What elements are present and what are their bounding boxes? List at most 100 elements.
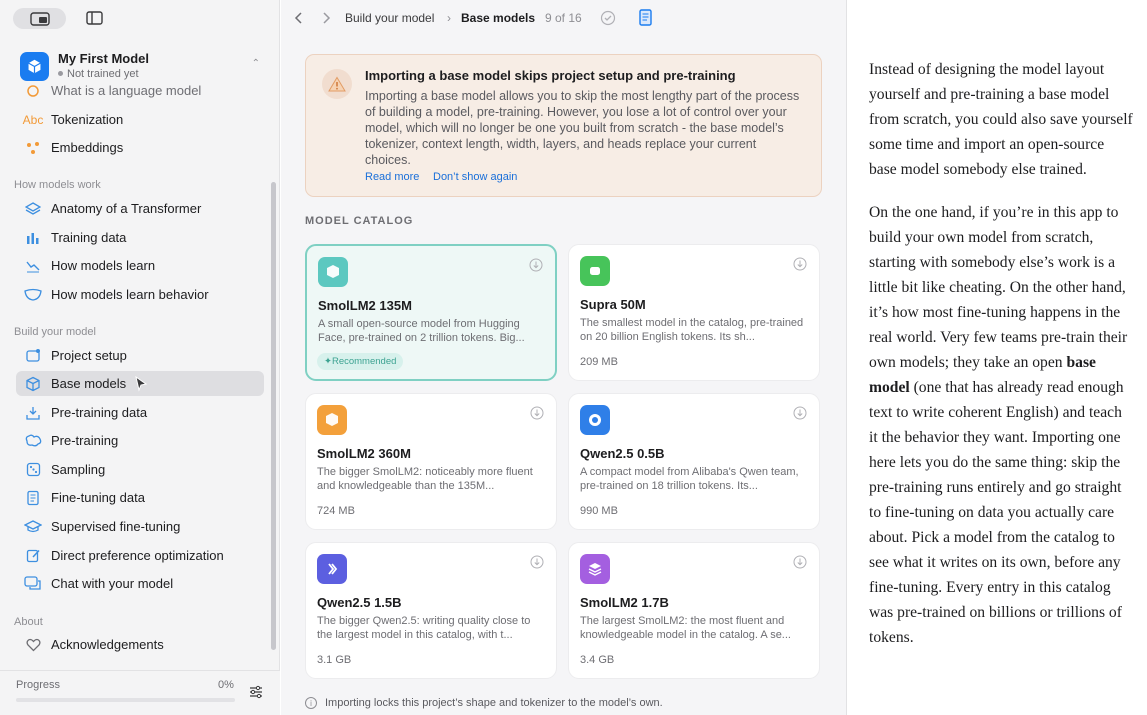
model-card-name: SmolLM2 360M (317, 446, 411, 461)
model-card[interactable]: Supra 50M The smallest model in the catal… (568, 244, 820, 381)
sidebar-item-tokenization[interactable]: Abc Tokenization (16, 107, 264, 132)
sidebar-item-label: Base models (51, 376, 127, 391)
reader-text: Instead of designing the model layout yo… (869, 57, 1134, 668)
breadcrumb-current: Base models (461, 11, 536, 25)
status-dot-icon (58, 70, 63, 76)
breadcrumb-parent[interactable]: Build your model (345, 11, 434, 25)
sidebar-nav: What is a language model Abc Tokenizatio… (0, 84, 280, 670)
brain-icon (23, 431, 43, 451)
model-card-size: 724 MB (317, 505, 355, 517)
section-build-your-model: Build your model (14, 326, 96, 338)
sidebar-item-label: Direct preference optimization (51, 548, 224, 563)
model-card-description: The bigger SmolLM2: noticeably more flue… (317, 466, 533, 492)
sidebar-item-label: Training data (51, 230, 127, 245)
catalog-footnote: i Importing locks this project’s shape an… (305, 697, 663, 709)
model-card[interactable]: Qwen2.5 0.5B A compact model from Alibaba… (568, 393, 820, 530)
download-icon[interactable] (793, 406, 807, 420)
model-logo-icon (580, 256, 610, 286)
sidebar-item-label: How models learn (51, 258, 156, 273)
download-icon[interactable] (793, 257, 807, 271)
chart-icon (23, 256, 43, 276)
toggle-sidebar-button[interactable] (85, 10, 103, 26)
sidebar-item-label: Supervised fine-tuning (51, 519, 181, 534)
dont-show-again-link[interactable]: Don’t show again (433, 171, 517, 183)
breadcrumb-separator: › (447, 11, 451, 25)
sidebar-item-dpo[interactable]: Direct preference optimization (16, 543, 264, 568)
sidebar-item-pre-training[interactable]: Pre-training (16, 428, 264, 453)
model-card-size: 990 MB (580, 505, 618, 517)
sidebar-item-label: Embeddings (51, 140, 124, 155)
footnote-text: Importing locks this project’s shape and… (325, 697, 663, 709)
badge-label: Recommended (331, 356, 397, 367)
sidebar-item-how-models-learn-behavior[interactable]: How models learn behavior (16, 282, 264, 307)
sidebar: My First Model Not trained yet ⌃ What is… (0, 0, 280, 715)
banner-body: Importing a base model allows you to ski… (365, 89, 800, 167)
sidebar-item-what-is-a-language-model[interactable]: What is a language model (16, 84, 264, 103)
sidebar-item-supervised-fine-tuning[interactable]: Supervised fine-tuning (16, 514, 264, 539)
model-card-name: Qwen2.5 1.5B (317, 595, 402, 610)
sidebar-item-sampling[interactable]: Sampling (16, 457, 264, 482)
download-icon[interactable] (530, 555, 544, 569)
pencil-icon (23, 546, 43, 566)
model-card-description: The smallest model in the catalog, pre-t… (580, 317, 804, 343)
model-card[interactable]: SmolLM2 1.7B The largest SmolLM2: the mos… (568, 542, 820, 679)
chat-icon (23, 574, 43, 594)
graduation-icon (23, 517, 43, 537)
model-card[interactable]: Qwen2.5 1.5B The bigger Qwen2.5: writing … (305, 542, 557, 679)
sidebar-item-chat[interactable]: Chat with your model (16, 571, 264, 596)
abc-icon: Abc (22, 112, 44, 127)
sparkle-icon (23, 84, 43, 101)
sidebar-panel-icon (85, 11, 103, 25)
model-card-name: SmolLM2 1.7B (580, 595, 669, 610)
sidebar-item-label: Chat with your model (51, 576, 174, 591)
doc-icon (23, 488, 43, 508)
sidebar-item-fine-tuning-data[interactable]: Fine-tuning data (16, 485, 264, 510)
sidebar-item-anatomy[interactable]: Anatomy of a Transformer (16, 196, 264, 221)
sidebar-item-acknowledgements[interactable]: Acknowledgements (16, 632, 264, 657)
forward-chevron-icon[interactable] (319, 10, 333, 26)
progress-label: Progress (16, 679, 61, 691)
sidebar-item-base-models[interactable]: Base models (16, 371, 264, 396)
sidebar-item-pre-training-data[interactable]: Pre-training data (16, 400, 264, 425)
progress-section: Progress 0% (0, 670, 280, 715)
sidebar-layout-icon (29, 11, 50, 26)
sidebar-item-embeddings[interactable]: Embeddings (16, 135, 264, 160)
catalog-section-title: MODEL CATALOG (305, 215, 414, 227)
sidebar-item-project-setup[interactable]: Project setup (16, 343, 264, 368)
dots-icon (23, 138, 43, 158)
check-circle-icon[interactable] (600, 10, 616, 26)
sidebar-item-how-models-learn[interactable]: How models learn (16, 253, 264, 278)
reader-paragraph-1: Instead of designing the model layout yo… (869, 61, 1133, 178)
sidebar-item-training-data[interactable]: Training data (16, 225, 264, 250)
model-selector[interactable]: My First Model Not trained yet ⌃ (20, 51, 270, 82)
bars-icon (23, 228, 43, 248)
reader-text-run: On the one hand, if you’re in this app t… (869, 204, 1128, 371)
model-card-description: A small open-source model from Hugging F… (318, 318, 525, 344)
page-counter: 9 of 16 (545, 11, 582, 25)
model-logo-icon (318, 257, 348, 287)
section-about: About (14, 616, 43, 628)
progress-value: 0% (218, 679, 234, 691)
sidebar-item-label: Project setup (51, 348, 127, 363)
sidebar-scrollbar[interactable] (271, 182, 276, 650)
model-card[interactable]: SmolLM2 360M The bigger SmolLM2: noticeab… (305, 393, 557, 530)
reader-doc-icon[interactable] (638, 9, 653, 27)
model-card-size: 209 MB (580, 356, 618, 368)
download-icon[interactable] (529, 258, 543, 272)
download-icon[interactable] (530, 406, 544, 420)
model-logo-icon (580, 405, 610, 435)
model-card-size: 3.4 GB (580, 654, 615, 666)
sidebar-item-label: What is a language model (51, 84, 202, 98)
read-more-link[interactable]: Read more (365, 171, 419, 183)
info-icon: i (305, 697, 317, 709)
sidebar-view-toggle[interactable] (13, 8, 66, 29)
model-card[interactable]: SmolLM2 135M A small open-source model fr… (305, 244, 557, 381)
sliders-icon[interactable] (248, 684, 264, 700)
model-card-description: The bigger Qwen2.5: writing quality clos… (317, 615, 531, 641)
model-card-name: Supra 50M (580, 297, 646, 312)
sidebar-item-label: Sampling (51, 462, 106, 477)
model-cube-icon (20, 52, 49, 81)
reader-text-run: (one that has already read enough text t… (869, 379, 1124, 646)
download-icon[interactable] (793, 555, 807, 569)
back-chevron-icon[interactable] (292, 10, 306, 26)
